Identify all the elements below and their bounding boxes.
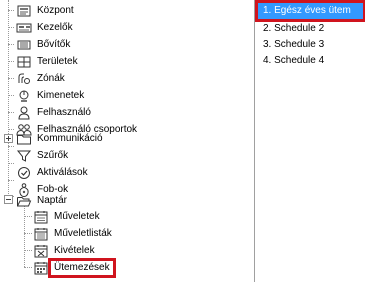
schedule-list-item[interactable]: 4. Schedule 4 bbox=[258, 53, 363, 69]
tree-guide-line bbox=[8, 129, 14, 130]
tree-item-label: Kommunikáció bbox=[37, 132, 103, 144]
tree-item-label: Műveletlisták bbox=[54, 227, 112, 239]
schedule-label: 2. Schedule 2 bbox=[263, 23, 325, 34]
tree-item-utemezesek[interactable]: Ütemezések bbox=[33, 257, 116, 278]
calendar-list-icon bbox=[33, 226, 49, 242]
tree-item-label: Ütemezések bbox=[48, 257, 116, 278]
schedule-list-item[interactable]: 3. Schedule 3 bbox=[258, 37, 363, 53]
tree-item-felhasznalo[interactable]: Felhasználó bbox=[16, 104, 93, 121]
filter-icon bbox=[16, 148, 32, 164]
tree-guide-line bbox=[24, 216, 32, 217]
schedule-label: 1. Egész éves ütem bbox=[263, 5, 351, 16]
tree-item-label: Kezelők bbox=[37, 21, 73, 33]
tree-item-label: Kivételek bbox=[54, 244, 95, 256]
collapse-calendar-button[interactable] bbox=[4, 195, 13, 204]
user-icon bbox=[16, 105, 32, 121]
tree-guide-line bbox=[24, 233, 32, 234]
tree-item-label: Területek bbox=[37, 55, 78, 67]
calendar-exception-icon bbox=[33, 243, 49, 259]
tree-guide-line bbox=[8, 27, 14, 28]
tree-item-label: Központ bbox=[37, 4, 74, 16]
tree-guide-line bbox=[24, 267, 32, 268]
tree-guide-line bbox=[8, 10, 14, 11]
expander-module-icon bbox=[16, 37, 32, 53]
tree-guide-line bbox=[24, 250, 32, 251]
tree-item-label: Naptár bbox=[37, 194, 68, 206]
tree-guide-line bbox=[8, 0, 9, 196]
schedule-list-item[interactable]: 2. Schedule 2 bbox=[258, 21, 363, 37]
zone-sensor-icon bbox=[16, 71, 32, 87]
tree-guide-line bbox=[8, 78, 14, 79]
schedule-label: 4. Schedule 4 bbox=[263, 55, 325, 66]
folder-icon bbox=[16, 131, 32, 147]
tree-item-label: Zónák bbox=[37, 72, 65, 84]
expand-communication-button[interactable] bbox=[4, 134, 13, 143]
tree-item-kimenetek[interactable]: Kimenetek bbox=[16, 87, 86, 104]
tree-item-bovitok[interactable]: Bővítők bbox=[16, 36, 72, 53]
tree-guide-line bbox=[8, 61, 14, 62]
calendar-icon bbox=[33, 209, 49, 225]
tree-item-aktivalasok[interactable]: Aktiválások bbox=[16, 164, 90, 181]
tree-item-label: Műveletek bbox=[54, 210, 100, 222]
tree-item-kozpont[interactable]: Központ bbox=[16, 2, 76, 19]
activation-icon bbox=[16, 165, 32, 181]
tree-item-szurok[interactable]: Szűrők bbox=[16, 147, 70, 164]
tree-item-label: Felhasználó bbox=[37, 106, 91, 118]
central-unit-icon bbox=[16, 3, 32, 19]
tree-guide-line bbox=[8, 146, 14, 147]
tree-guide-line bbox=[8, 180, 14, 181]
output-icon bbox=[16, 88, 32, 104]
tree-item-zonak[interactable]: Zónák bbox=[16, 70, 67, 87]
tree-item-label: Kimenetek bbox=[37, 89, 85, 101]
tree-item-kezelok[interactable]: Kezelők bbox=[16, 19, 75, 36]
tree-item-label: Szűrők bbox=[37, 149, 69, 161]
schedule-label: 3. Schedule 3 bbox=[263, 39, 325, 50]
tree-item-kommunikacio[interactable]: Kommunikáció bbox=[16, 130, 105, 147]
tree-item-muveletek[interactable]: Műveletek bbox=[33, 208, 102, 225]
schedule-list-item[interactable]: 1. Egész éves ütem bbox=[255, 0, 365, 22]
schedule-list[interactable]: 1. Egész éves ütem 2. Schedule 2 3. Sche… bbox=[255, 0, 365, 282]
tree-guide-line bbox=[8, 163, 14, 164]
keypad-icon bbox=[16, 20, 32, 36]
tree-item-label: Aktiválások bbox=[37, 166, 88, 178]
open-folder-icon bbox=[16, 193, 32, 209]
tree-guide-line bbox=[8, 112, 14, 113]
tree-item-naptar[interactable]: Naptár bbox=[16, 192, 69, 209]
calendar-schedule-icon bbox=[33, 260, 49, 276]
tree-guide-line bbox=[8, 44, 14, 45]
tree-item-kivetelek[interactable]: Kivételek bbox=[33, 242, 97, 259]
tree-item-muveletlistak[interactable]: Műveletlisták bbox=[33, 225, 114, 242]
area-icon bbox=[16, 54, 32, 70]
tree-item-label: Bővítők bbox=[37, 38, 71, 50]
tree-panel: Központ Kezelők Bővítők Területek Zónák … bbox=[0, 0, 255, 282]
tree-item-teruletek[interactable]: Területek bbox=[16, 53, 80, 70]
tree-guide-line bbox=[8, 95, 14, 96]
